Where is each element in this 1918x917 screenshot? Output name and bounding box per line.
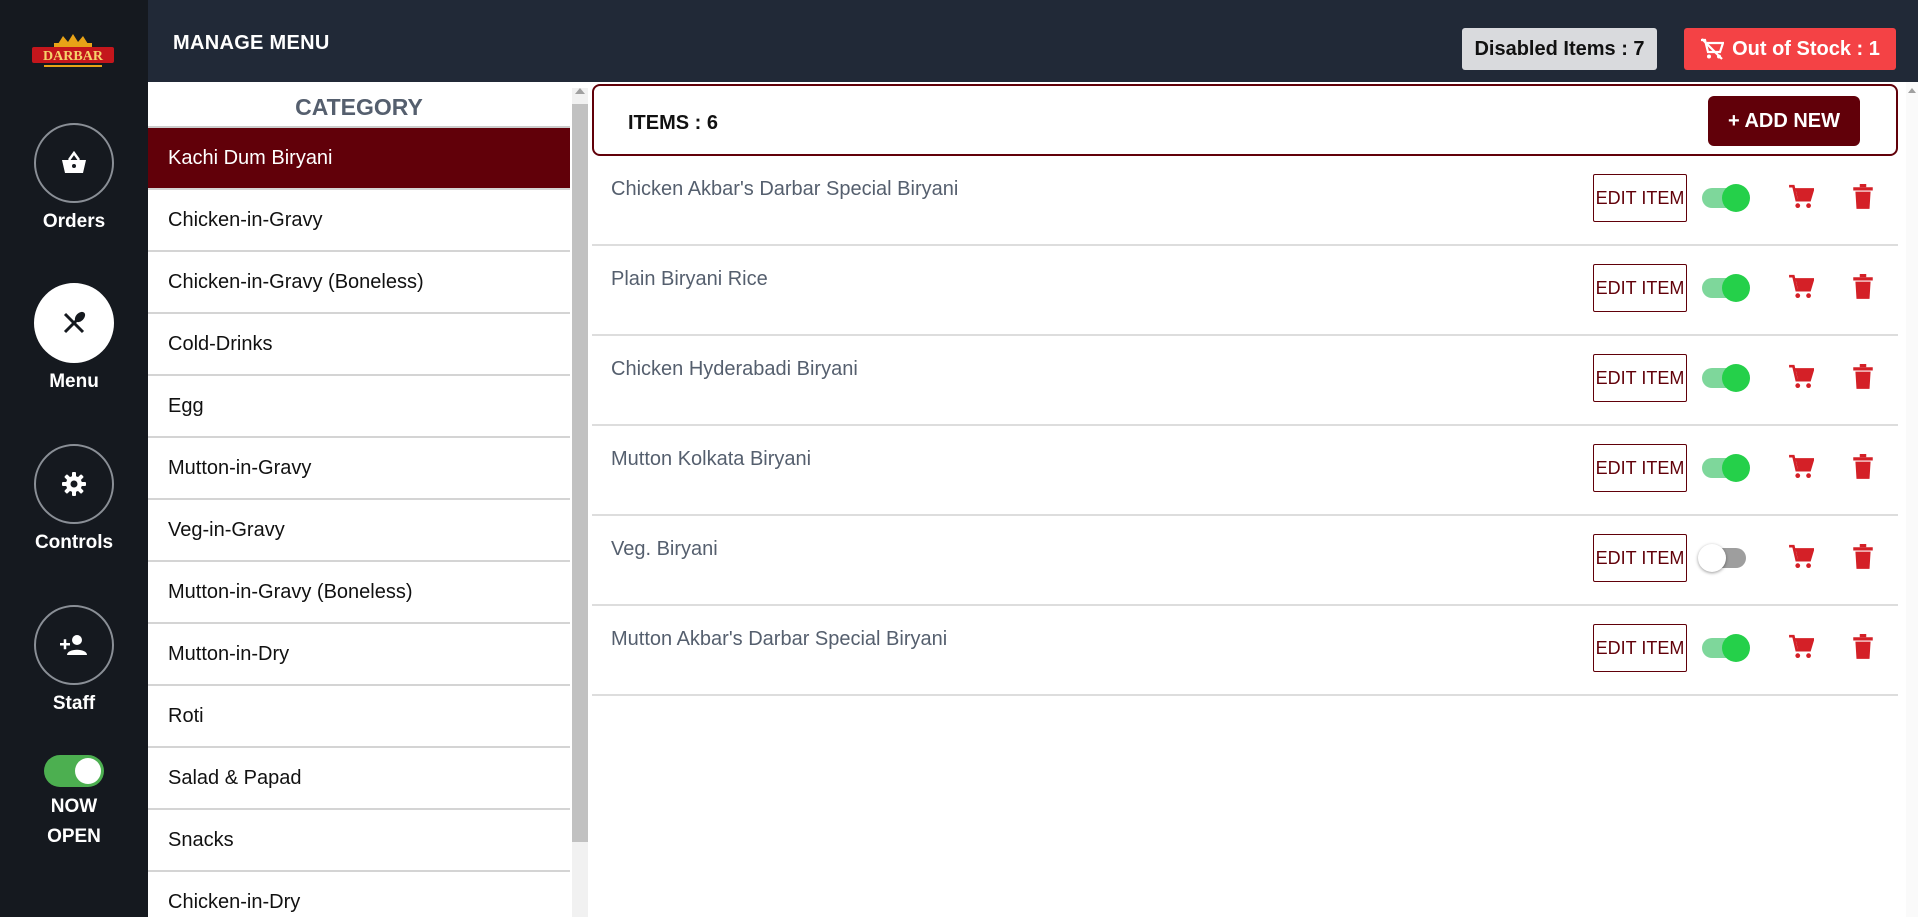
menu-item-name: Plain Biryani Rice — [611, 268, 768, 290]
sidebar-label-orders: Orders — [42, 211, 106, 232]
category-item[interactable]: Mutton-in-Gravy — [148, 438, 570, 500]
menu-item-name: Mutton Akbar's Darbar Special Biryani — [611, 628, 948, 650]
add-new-button[interactable]: + ADD NEW — [1708, 96, 1860, 146]
add-person-icon — [60, 635, 87, 655]
cart-icon[interactable] — [1788, 544, 1814, 570]
sidebar: DARBAR Orders Menu Controls Staff NOW OP… — [0, 0, 148, 917]
toggle-knob — [1722, 364, 1750, 392]
top-header: MANAGE MENU Disabled Items : 7 Out of St… — [148, 0, 1918, 82]
edit-item-button[interactable]: EDIT ITEM — [1593, 264, 1687, 312]
page-title: MANAGE MENU — [173, 32, 330, 54]
toggle-knob — [1722, 454, 1750, 482]
scroll-up-arrow-icon[interactable] — [1908, 88, 1916, 93]
disabled-items-button[interactable]: Disabled Items : 7 — [1462, 28, 1657, 70]
edit-item-button[interactable]: EDIT ITEM — [1593, 444, 1687, 492]
menu-item-row: Plain Biryani Rice EDIT ITEM — [592, 246, 1898, 336]
category-item[interactable]: Chicken-in-Gravy — [148, 190, 570, 252]
logo-text: DARBAR — [43, 49, 104, 64]
item-availability-toggle[interactable] — [1702, 274, 1750, 302]
toggle-knob — [1722, 274, 1750, 302]
item-availability-toggle[interactable] — [1698, 544, 1746, 572]
sidebar-item-orders[interactable]: Orders — [0, 123, 148, 233]
toggle-knob — [1698, 544, 1726, 572]
items-header: ITEMS : 6 + ADD NEW — [592, 84, 1898, 156]
category-item[interactable]: Cold-Drinks — [148, 314, 570, 376]
cart-icon[interactable] — [1788, 364, 1814, 390]
out-of-stock-button[interactable]: Out of Stock : 1 — [1684, 28, 1896, 70]
basket-icon — [62, 151, 86, 173]
edit-item-button[interactable]: EDIT ITEM — [1593, 534, 1687, 582]
sidebar-label-controls: Controls — [34, 532, 114, 553]
fork-spoon-icon — [63, 311, 86, 334]
trash-icon[interactable] — [1852, 274, 1874, 300]
category-item[interactable]: Chicken-in-Dry — [148, 872, 570, 917]
sidebar-label-menu: Menu — [49, 371, 99, 392]
orders-circle[interactable] — [34, 123, 114, 203]
trash-icon[interactable] — [1852, 544, 1874, 570]
toggle-knob — [75, 758, 101, 784]
sidebar-item-staff[interactable]: Staff — [0, 605, 148, 715]
trash-icon[interactable] — [1852, 184, 1874, 210]
store-open-toggle[interactable] — [44, 755, 104, 787]
category-item[interactable]: Snacks — [148, 810, 570, 872]
cart-off-icon — [1701, 38, 1725, 60]
category-item[interactable]: Roti — [148, 686, 570, 748]
category-item[interactable]: Chicken-in-Gravy (Boneless) — [148, 252, 570, 314]
cart-icon[interactable] — [1788, 184, 1814, 210]
items-count: ITEMS : 6 — [628, 112, 719, 134]
item-availability-toggle[interactable] — [1702, 454, 1750, 482]
menu-item-row: Mutton Akbar's Darbar Special Biryani ED… — [592, 606, 1898, 696]
category-scrollbar-thumb[interactable] — [572, 104, 588, 842]
gear-icon — [62, 472, 86, 496]
menu-item-row: Veg. Biryani EDIT ITEM — [592, 516, 1898, 606]
category-item[interactable]: Veg-in-Gravy — [148, 500, 570, 562]
category-item[interactable]: Egg — [148, 376, 570, 438]
menu-item-name: Chicken Hyderabadi Biryani — [611, 358, 858, 380]
edit-item-button[interactable]: EDIT ITEM — [1593, 624, 1687, 672]
out-of-stock-label: Out of Stock : 1 — [1732, 37, 1880, 60]
category-item[interactable]: Mutton-in-Dry — [148, 624, 570, 686]
staff-circle[interactable] — [34, 605, 114, 685]
cart-icon[interactable] — [1788, 274, 1814, 300]
menu-item-name: Veg. Biryani — [611, 538, 718, 560]
category-item[interactable]: Mutton-in-Gravy (Boneless) — [148, 562, 570, 624]
page-scrollbar[interactable] — [1906, 82, 1918, 917]
item-availability-toggle[interactable] — [1702, 184, 1750, 212]
trash-icon[interactable] — [1852, 454, 1874, 480]
toggle-knob — [1722, 184, 1750, 212]
sidebar-item-menu[interactable]: Menu — [0, 283, 148, 393]
category-heading: CATEGORY — [148, 82, 570, 128]
edit-item-button[interactable]: EDIT ITEM — [1593, 174, 1687, 222]
open-label-line1: NOW — [50, 796, 98, 817]
menu-circle[interactable] — [34, 283, 114, 363]
item-availability-toggle[interactable] — [1702, 364, 1750, 392]
cart-icon[interactable] — [1788, 634, 1814, 660]
sidebar-item-controls[interactable]: Controls — [0, 444, 148, 554]
darbar-logo[interactable]: DARBAR — [30, 34, 116, 72]
store-open-label: NOW OPEN — [0, 792, 148, 852]
scroll-up-arrow-icon[interactable] — [575, 88, 585, 94]
menu-item-row: Chicken Akbar's Darbar Special Biryani E… — [592, 156, 1898, 246]
category-panel: CATEGORY Kachi Dum Biryani Chicken-in-Gr… — [148, 82, 570, 917]
category-item[interactable]: Kachi Dum Biryani — [148, 128, 570, 190]
menu-item-name: Chicken Akbar's Darbar Special Biryani — [611, 178, 959, 200]
item-availability-toggle[interactable] — [1702, 634, 1750, 662]
toggle-knob — [1722, 634, 1750, 662]
cart-icon[interactable] — [1788, 454, 1814, 480]
menu-item-row: Chicken Hyderabadi Biryani EDIT ITEM — [592, 336, 1898, 426]
controls-circle[interactable] — [34, 444, 114, 524]
edit-item-button[interactable]: EDIT ITEM — [1593, 354, 1687, 402]
category-item[interactable]: Salad & Papad — [148, 748, 570, 810]
menu-item-name: Mutton Kolkata Biryani — [611, 448, 812, 470]
sidebar-label-staff: Staff — [52, 693, 96, 714]
open-label-line2: OPEN — [47, 826, 101, 847]
menu-item-row: Mutton Kolkata Biryani EDIT ITEM — [592, 426, 1898, 516]
trash-icon[interactable] — [1852, 364, 1874, 390]
trash-icon[interactable] — [1852, 634, 1874, 660]
